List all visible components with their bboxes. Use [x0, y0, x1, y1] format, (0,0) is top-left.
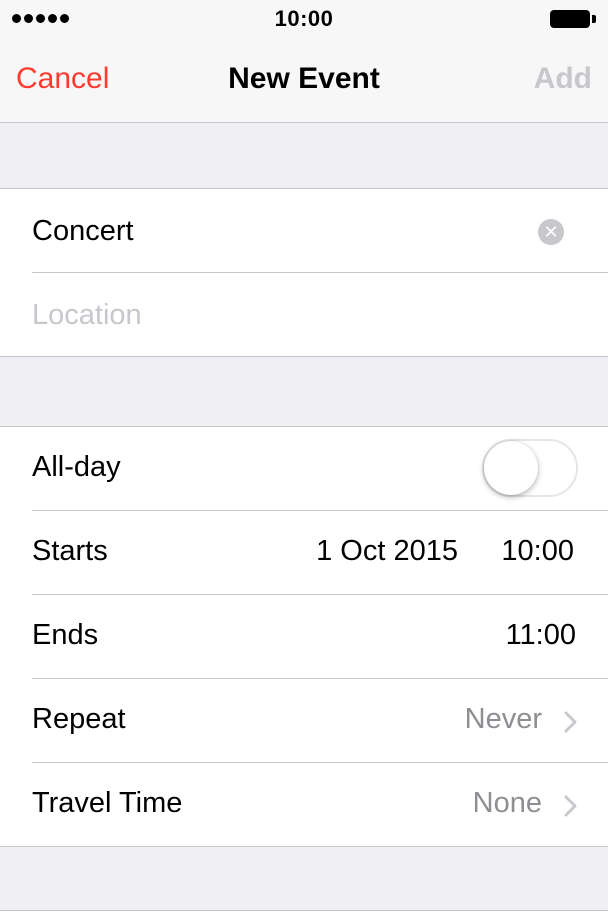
starts-row[interactable]: Starts 1 Oct 2015 10:00	[32, 511, 608, 595]
travel-time-value: None	[472, 787, 542, 819]
starts-time[interactable]: 10:00	[501, 535, 574, 568]
chevron-right-icon	[564, 711, 577, 733]
repeat-label: Repeat	[32, 703, 126, 735]
ends-label: Ends	[32, 619, 99, 651]
toggle-knob	[484, 441, 538, 495]
title-row: ✕	[32, 189, 608, 273]
repeat-row[interactable]: Repeat Never	[32, 679, 608, 763]
clear-text-icon[interactable]: ✕	[538, 219, 564, 245]
allday-toggle[interactable]	[482, 439, 578, 497]
starts-date[interactable]: 1 Oct 2015	[316, 535, 458, 568]
title-input[interactable]	[32, 209, 512, 253]
travel-time-label: Travel Time	[32, 787, 183, 819]
schedule-group: All-day Starts 1 Oct 2015 10:00 Ends 11:…	[0, 426, 608, 847]
battery-icon	[550, 10, 596, 28]
starts-label: Starts	[32, 535, 108, 567]
ends-time[interactable]: 11:00	[506, 619, 576, 652]
ends-row[interactable]: Ends 11:00	[32, 595, 608, 679]
chevron-right-icon	[564, 795, 577, 817]
location-input[interactable]	[32, 293, 512, 337]
status-bar: 10:00	[0, 0, 608, 40]
repeat-value: Never	[464, 703, 542, 735]
travel-time-row[interactable]: Travel Time None	[32, 763, 608, 846]
allday-row: All-day	[32, 427, 608, 511]
allday-label: All-day	[32, 451, 121, 483]
event-details-group: ✕	[0, 188, 608, 357]
add-button[interactable]: Add	[534, 62, 592, 96]
page-title: New Event	[228, 62, 380, 95]
status-time: 10:00	[274, 6, 334, 31]
navigation-bar: Cancel New Event Add	[0, 40, 608, 123]
location-row	[32, 273, 608, 356]
